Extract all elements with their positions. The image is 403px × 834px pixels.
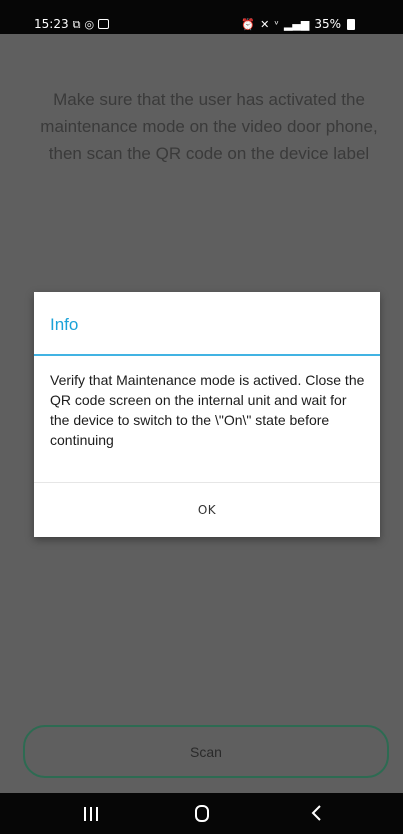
status-time: 15:23 <box>34 17 69 31</box>
dialog-title-divider <box>34 354 380 356</box>
dialog-title: Info <box>50 315 79 334</box>
back-icon[interactable] <box>310 804 322 822</box>
volte-icon: ᵛ <box>274 17 279 31</box>
dialog-message: Verify that Maintenance mode is actived.… <box>50 372 365 448</box>
scan-button[interactable]: Scan <box>23 725 389 778</box>
battery-icon <box>347 18 355 30</box>
signal-icon: ▂▄▆ <box>283 17 310 31</box>
recents-icon[interactable] <box>84 807 100 821</box>
info-dialog: Info Verify that Maintenance mode is act… <box>34 292 380 537</box>
navigation-bar <box>0 793 403 834</box>
gallery-icon <box>98 19 110 29</box>
home-icon[interactable] <box>195 805 209 822</box>
status-right: ⏰ ✕ ᵛ ▂▄▆ 35% <box>241 17 355 31</box>
mute-icon: ✕ <box>260 17 270 31</box>
status-left: 15:23 ⧉ ◎ <box>34 17 110 31</box>
instruction-text: Make sure that the user has activated th… <box>40 90 378 163</box>
status-bar: 15:23 ⧉ ◎ ⏰ ✕ ᵛ ▂▄▆ 35% <box>0 0 403 34</box>
whatsapp-icon: ◎ <box>84 17 95 31</box>
ok-button[interactable]: OK <box>34 483 380 537</box>
ok-button-label: OK <box>197 503 217 517</box>
scan-button-label: Scan <box>190 743 222 760</box>
alarm-icon: ⏰ <box>241 17 256 31</box>
battery-percent: 35% <box>314 17 341 31</box>
notification-icon: ⧉ <box>72 17 81 31</box>
